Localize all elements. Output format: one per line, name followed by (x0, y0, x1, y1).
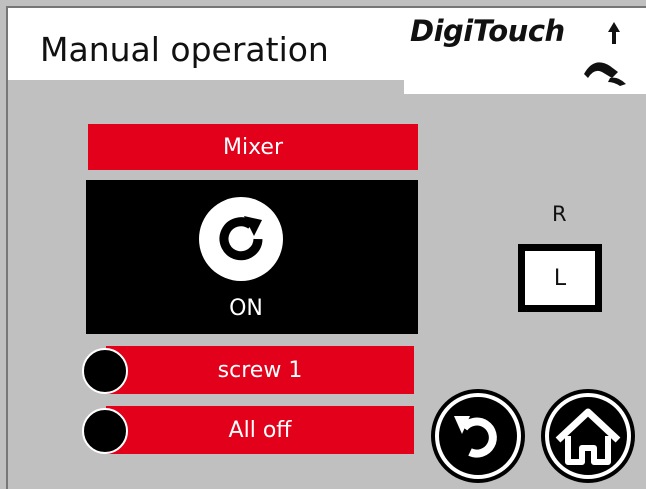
logo-hand-icon (584, 22, 626, 86)
direction-r-label: R (552, 202, 567, 226)
logo: DigiTouch (404, 8, 646, 94)
home-button[interactable] (536, 386, 640, 486)
mixer-status: ON (229, 296, 263, 321)
mixer-toggle-panel[interactable]: ON (86, 180, 418, 334)
mixer-label: Mixer (88, 124, 418, 170)
title-bar: Manual operation (8, 8, 406, 80)
home-icon (541, 389, 635, 483)
status-indicator-icon (82, 348, 128, 394)
screw-1-button[interactable]: screw 1 (106, 346, 414, 394)
page-title: Manual operation (40, 30, 329, 69)
back-arrow-icon (431, 389, 525, 483)
rotate-clockwise-icon (199, 197, 283, 281)
all-off-label: All off (228, 417, 292, 443)
status-indicator-icon (82, 408, 128, 454)
logo-text: DigiTouch (410, 14, 565, 48)
back-button[interactable] (426, 386, 530, 486)
direction-l-button[interactable]: L (518, 244, 602, 312)
all-off-button[interactable]: All off (106, 406, 414, 454)
screw-1-label: screw 1 (217, 357, 303, 383)
direction-l-label: L (525, 251, 595, 305)
